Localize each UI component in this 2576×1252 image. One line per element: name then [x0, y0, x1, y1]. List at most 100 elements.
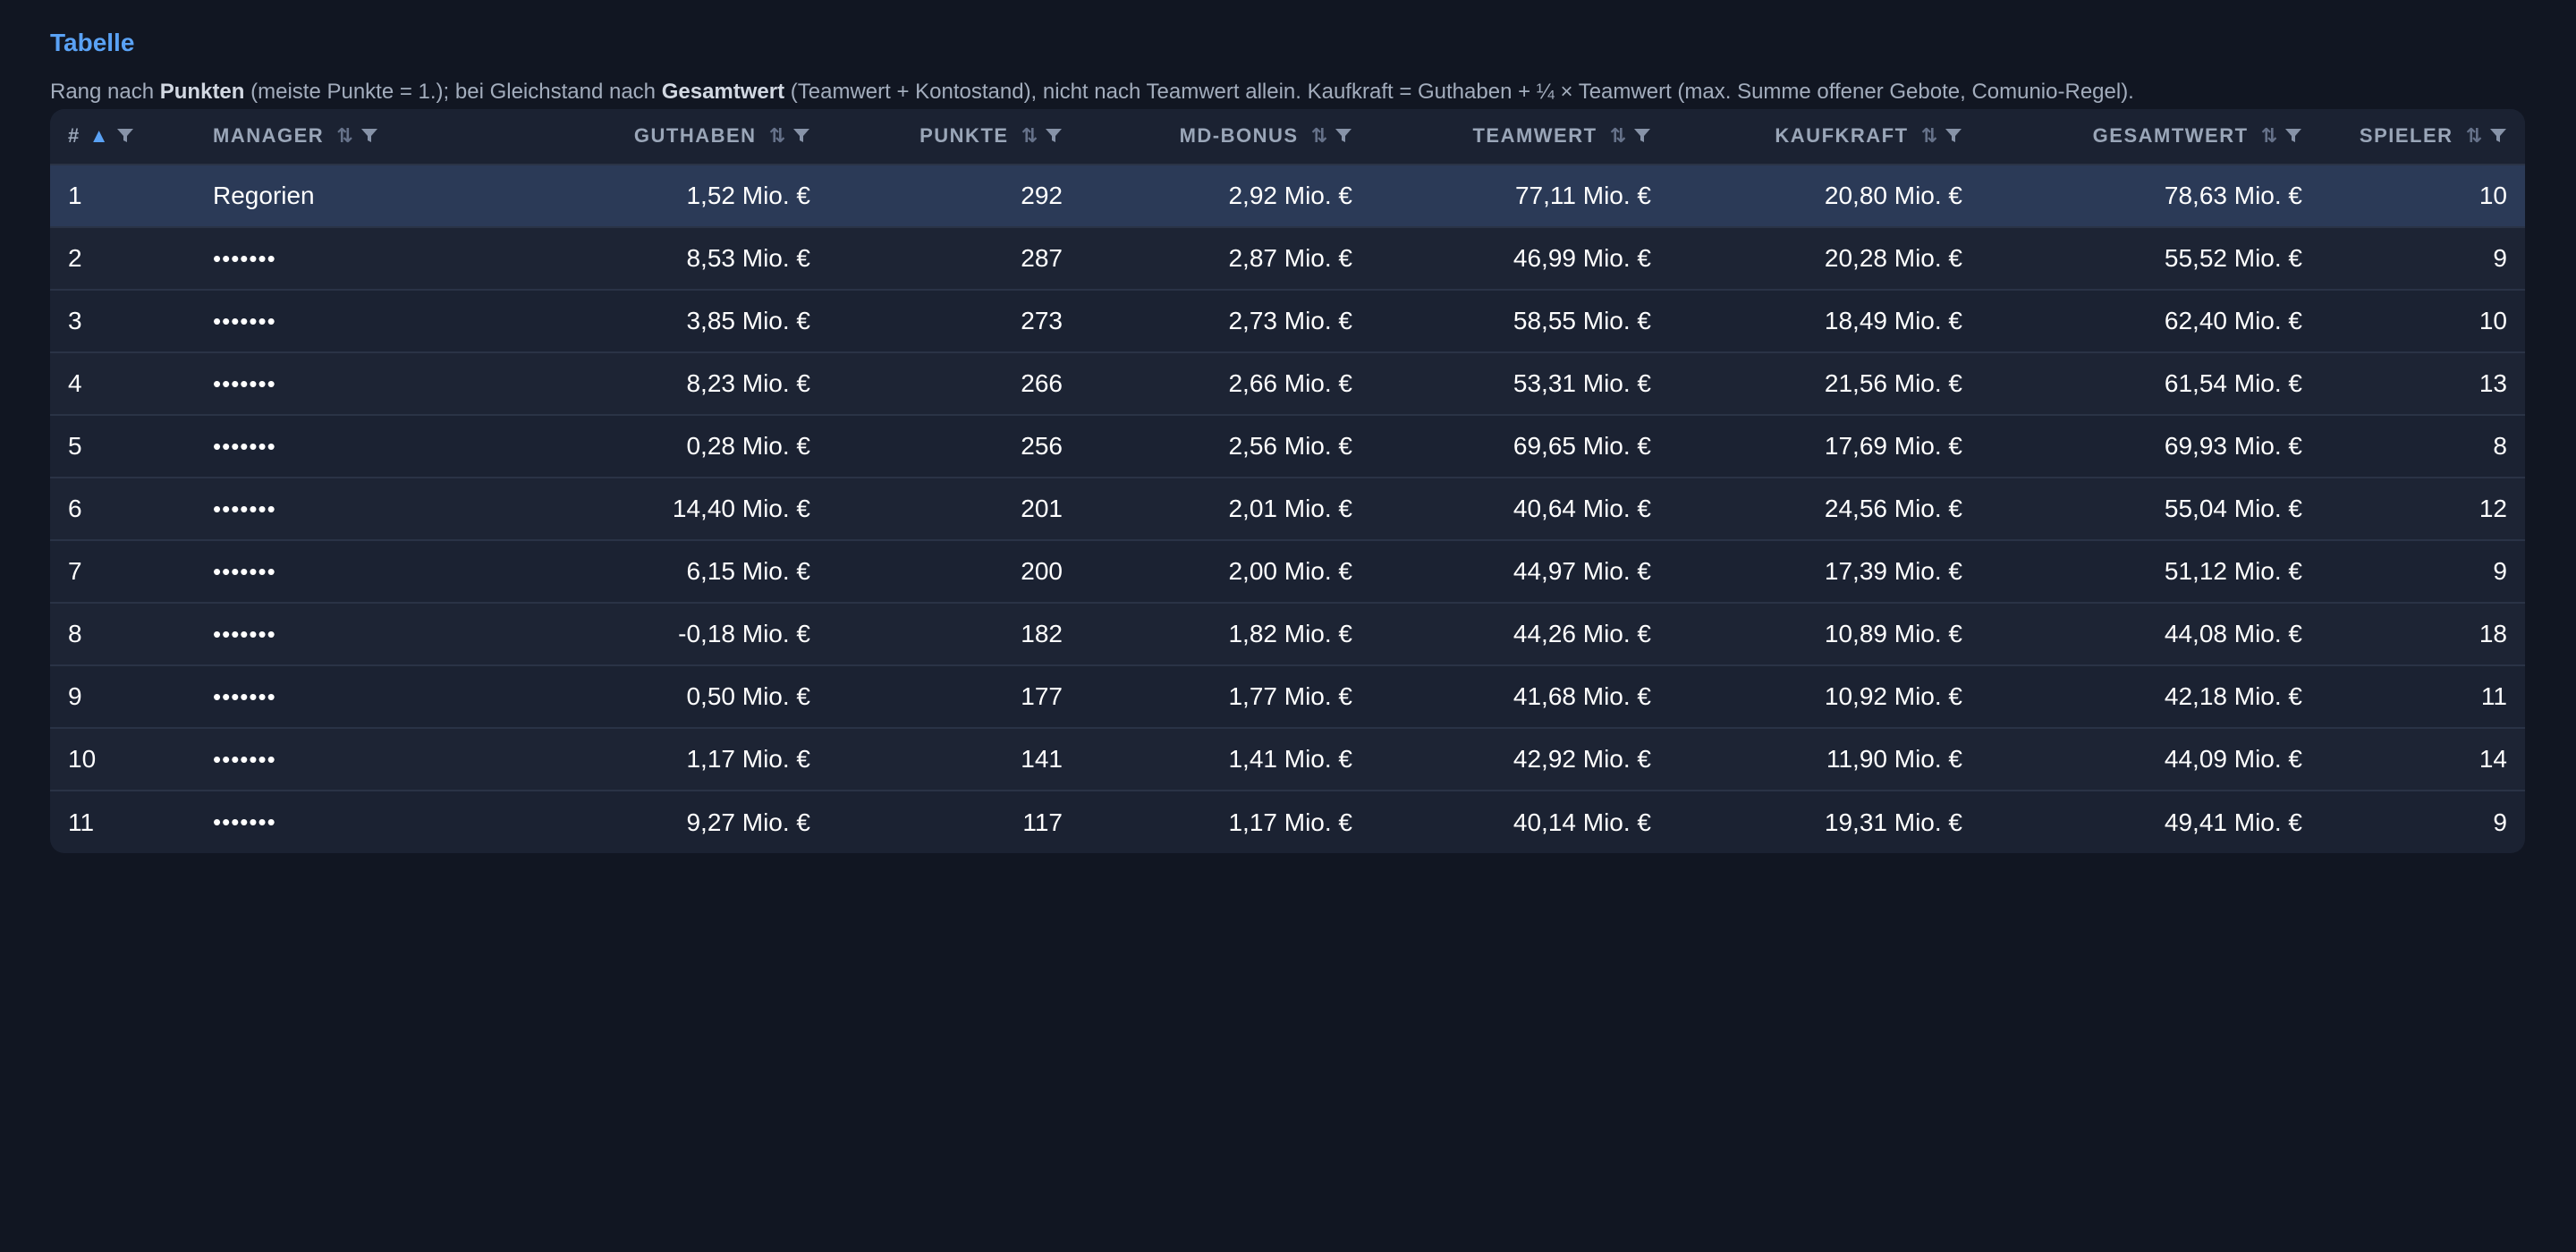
column-header-manager[interactable]: Manager ⇅	[195, 109, 428, 165]
sort-updown-icon[interactable]: ⇅	[2466, 124, 2482, 148]
column-header-rank[interactable]: # ▲	[50, 109, 195, 165]
cell-spieler: 13	[2479, 369, 2507, 397]
cell-guthaben: 1,17 Mio. €	[686, 745, 810, 773]
cell-manager: •••••••	[213, 557, 276, 585]
cell-punkte: 177	[1021, 682, 1063, 710]
table-row[interactable]: 4 ••••••• 8,23 Mio. € 266 2,66 Mio. € 53,31 M…	[50, 352, 2525, 415]
cell-teamwert: 42,92 Mio. €	[1513, 745, 1651, 773]
table-row[interactable]: 5 ••••••• 0,28 Mio. € 256 2,56 Mio. € 69,65 M…	[50, 415, 2525, 478]
cell-teamwert: 40,14 Mio. €	[1513, 808, 1651, 836]
column-label: Punkte	[919, 123, 1009, 147]
column-header-teamwert[interactable]: Teamwert ⇅	[1370, 109, 1669, 165]
filter-icon[interactable]	[1945, 126, 1962, 149]
table-row[interactable]: 6 ••••••• 14,40 Mio. € 201 2,01 Mio. € 40,64 …	[50, 478, 2525, 540]
cell-manager: •••••••	[213, 745, 276, 773]
cell-gesamtwert: 55,52 Mio. €	[2164, 244, 2302, 272]
table-row[interactable]: 10 ••••••• 1,17 Mio. € 141 1,41 Mio. € 42,92 …	[50, 728, 2525, 791]
cell-rank: 5	[68, 432, 82, 460]
description-bold-2: Gesamtwert	[661, 80, 785, 104]
cell-gesamtwert: 61,54 Mio. €	[2164, 369, 2302, 397]
cell-manager: •••••••	[213, 369, 276, 397]
cell-kaufkraft: 10,89 Mio. €	[1824, 620, 1962, 647]
cell-teamwert: 69,65 Mio. €	[1513, 432, 1651, 460]
column-header-gesamtwert[interactable]: Gesamtwert ⇅	[1980, 109, 2320, 165]
cell-md-bonus: 1,82 Mio. €	[1228, 620, 1352, 647]
cell-rank: 2	[68, 244, 82, 272]
cell-teamwert: 77,11 Mio. €	[1514, 182, 1651, 209]
description-text-2: (meiste Punkte = 1.); bei Gleichstand na…	[244, 80, 662, 104]
cell-kaufkraft: 20,28 Mio. €	[1824, 244, 1962, 272]
filter-icon[interactable]	[792, 126, 810, 149]
cell-teamwert: 44,97 Mio. €	[1513, 557, 1651, 585]
cell-guthaben: 6,15 Mio. €	[686, 557, 810, 585]
filter-icon[interactable]	[1335, 126, 1352, 149]
cell-md-bonus: 1,17 Mio. €	[1228, 808, 1352, 836]
cell-guthaben: 3,85 Mio. €	[686, 307, 810, 334]
cell-kaufkraft: 19,31 Mio. €	[1824, 808, 1962, 836]
cell-gesamtwert: 42,18 Mio. €	[2164, 682, 2302, 710]
table-row[interactable]: 9 ••••••• 0,50 Mio. € 177 1,77 Mio. € 41,68 M…	[50, 665, 2525, 728]
column-header-punkte[interactable]: Punkte ⇅	[828, 109, 1080, 165]
table-row[interactable]: 3 ••••••• 3,85 Mio. € 273 2,73 Mio. € 58,55 M…	[50, 290, 2525, 352]
filter-icon[interactable]	[2489, 126, 2507, 149]
column-label: Gesamtwert	[2092, 123, 2249, 147]
cell-guthaben: 0,50 Mio. €	[686, 682, 810, 710]
cell-manager: •••••••	[213, 620, 276, 647]
cell-gesamtwert: 44,09 Mio. €	[2164, 745, 2302, 773]
cell-punkte: 287	[1021, 244, 1063, 272]
cell-punkte: 273	[1021, 307, 1063, 334]
sort-updown-icon[interactable]: ⇅	[2261, 124, 2277, 148]
sort-updown-icon[interactable]: ⇅	[1921, 124, 1937, 148]
cell-rank: 4	[68, 369, 82, 397]
filter-icon[interactable]	[1045, 126, 1063, 149]
column-label: MD-Bonus	[1179, 123, 1299, 147]
column-header-spieler[interactable]: Spieler ⇅	[2320, 109, 2525, 165]
sort-ascending-icon[interactable]: ▲	[89, 124, 109, 148]
cell-spieler: 9	[2493, 244, 2507, 272]
sort-updown-icon[interactable]: ⇅	[1021, 124, 1038, 148]
cell-guthaben: 8,23 Mio. €	[686, 369, 810, 397]
filter-icon[interactable]	[116, 126, 134, 149]
sort-updown-icon[interactable]: ⇅	[769, 124, 785, 148]
cell-rank: 8	[68, 620, 82, 647]
cell-kaufkraft: 11,90 Mio. €	[1826, 745, 1962, 773]
cell-guthaben: 14,40 Mio. €	[672, 495, 810, 522]
table-row[interactable]: 1 Regorien 1,52 Mio. € 292 2,92 Mio. € 77,11 …	[50, 165, 2525, 227]
cell-teamwert: 44,26 Mio. €	[1513, 620, 1651, 647]
cell-rank: 11	[68, 808, 95, 836]
description-bold-1: Punkten	[159, 80, 245, 104]
filter-icon[interactable]	[360, 126, 378, 149]
column-label: Kaufkraft	[1775, 123, 1909, 147]
cell-md-bonus: 2,87 Mio. €	[1228, 244, 1352, 272]
sort-updown-icon[interactable]: ⇅	[336, 124, 352, 148]
cell-kaufkraft: 21,56 Mio. €	[1824, 369, 1962, 397]
cell-md-bonus: 2,01 Mio. €	[1228, 495, 1352, 522]
column-label: Manager	[213, 123, 325, 147]
cell-kaufkraft: 17,69 Mio. €	[1824, 432, 1962, 460]
cell-gesamtwert: 69,93 Mio. €	[2164, 432, 2302, 460]
cell-spieler: 9	[2493, 808, 2507, 836]
sort-updown-icon[interactable]: ⇅	[1311, 124, 1327, 148]
cell-md-bonus: 2,66 Mio. €	[1228, 369, 1352, 397]
cell-spieler: 9	[2493, 557, 2507, 585]
cell-punkte: 256	[1021, 432, 1063, 460]
table-row[interactable]: 2 ••••••• 8,53 Mio. € 287 2,87 Mio. € 46,99 M…	[50, 227, 2525, 290]
table-row[interactable]: 7 ••••••• 6,15 Mio. € 200 2,00 Mio. € 44,97 M…	[50, 540, 2525, 603]
cell-rank: 3	[68, 307, 82, 334]
filter-icon[interactable]	[1633, 126, 1651, 149]
cell-md-bonus: 2,73 Mio. €	[1228, 307, 1352, 334]
column-header-kaufkraft[interactable]: Kaufkraft ⇅	[1669, 109, 1980, 165]
cell-rank: 9	[68, 682, 82, 710]
cell-gesamtwert: 78,63 Mio. €	[2164, 182, 2302, 209]
filter-icon[interactable]	[2284, 126, 2302, 149]
page-title: Tabelle	[50, 29, 135, 56]
cell-md-bonus: 1,77 Mio. €	[1228, 682, 1352, 710]
column-header-guthaben[interactable]: Guthaben ⇅	[428, 109, 828, 165]
cell-md-bonus: 2,00 Mio. €	[1228, 557, 1352, 585]
cell-spieler: 10	[2479, 307, 2507, 334]
table-row[interactable]: 11 ••••••• 9,27 Mio. € 117 1,17 Mio. € 40,14 …	[50, 791, 2525, 853]
table-row[interactable]: 8 ••••••• -0,18 Mio. € 182 1,82 Mio. € 44,26 …	[50, 603, 2525, 665]
sort-updown-icon[interactable]: ⇅	[1610, 124, 1626, 148]
column-header-md-bonus[interactable]: MD-Bonus ⇅	[1080, 109, 1370, 165]
table-body: 1 Regorien 1,52 Mio. € 292 2,92 Mio. € 77,11 …	[50, 165, 2525, 853]
